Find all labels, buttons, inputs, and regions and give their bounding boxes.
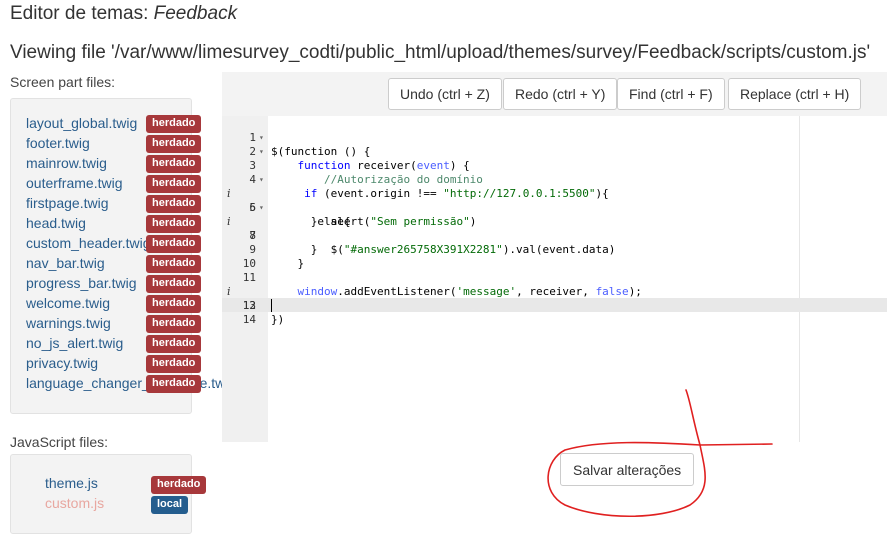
status-badge: herdado [146,135,202,153]
status-badge: herdado [146,315,202,333]
code-line[interactable]: 2 ▾ function receiver(event) { [222,131,887,172]
file-link[interactable]: mainrow.twig [26,155,107,171]
code-line[interactable]: 8 } [222,215,887,256]
code-line[interactable]: 14 [222,299,887,326]
status-badge: herdado [146,235,202,253]
file-link[interactable]: privacy.twig [26,355,98,371]
code-line[interactable]: i 7 $("#answer265758X391X2281").val(even… [222,201,887,256]
line-number: 14 [242,313,256,326]
code-line[interactable]: 4 ▾ if (event.origin !== "http://127.0.0.… [222,159,887,200]
code-editor[interactable]: 1 ▾ $(function () { 2 ▾ function receiver(… [222,116,887,442]
editor-toolbar: Undo (ctrl + Z) Redo (ctrl + Y) Find (ct… [222,72,887,116]
file-link[interactable]: no_js_alert.twig [26,335,123,351]
file-link[interactable]: outerframe.twig [26,175,122,191]
list-item[interactable]: mainrow.twig herdado [26,153,246,173]
status-badge: local [151,496,189,514]
list-item[interactable]: custom_header.twig herdado [26,233,246,253]
file-link[interactable]: language_changer_language.twig [26,375,236,391]
file-link-custom-js[interactable]: custom.js [45,495,104,511]
viewing-file-heading: Viewing file '/var/www/limesurvey_codti/… [10,42,871,63]
list-item[interactable]: progress_bar.twig herdado [26,273,246,293]
code-line[interactable]: 3 //Autorização do domínio [222,145,887,186]
code-line[interactable]: i 12 }) [222,271,887,326]
status-badge: herdado [146,295,202,313]
list-item[interactable]: warnings.twig herdado [26,313,246,333]
status-badge: herdado [146,155,202,173]
status-badge: herdado [146,175,202,193]
list-item[interactable]: nav_bar.twig herdado [26,253,246,273]
file-link[interactable]: custom_header.twig [26,235,151,251]
code-line[interactable]: 11 window.addEventListener('message', re… [222,257,887,298]
title-prefix: Editor de temas: [10,3,149,24]
screen-part-label: Screen part files: [10,74,116,90]
file-link[interactable]: firstpage.twig [26,195,108,211]
status-badge: herdado [151,476,207,494]
file-link[interactable]: welcome.twig [26,295,110,311]
status-badge: herdado [146,275,202,293]
list-item[interactable]: footer.twig herdado [26,133,246,153]
status-badge: herdado [146,355,202,373]
code-line[interactable]: 6 ▾ }else{ [222,187,887,228]
code-line[interactable]: 9 } [222,229,887,270]
screen-part-panel: layout_global.twig herdado footer.twig her… [10,98,236,414]
text-cursor [271,299,272,312]
file-link[interactable]: nav_bar.twig [26,255,105,271]
file-link[interactable]: layout_global.twig [26,115,137,131]
status-badge: herdado [146,215,202,233]
file-link-theme-js[interactable]: theme.js [45,475,98,491]
replace-button[interactable]: Replace (ctrl + H) [728,78,862,110]
status-badge: herdado [146,195,202,213]
file-link[interactable]: warnings.twig [26,315,111,331]
list-item[interactable]: head.twig herdado [26,213,246,233]
redo-button[interactable]: Redo (ctrl + Y) [503,78,618,110]
save-changes-button[interactable]: Salvar alterações [560,453,695,486]
find-button[interactable]: Find (ctrl + F) [617,78,725,110]
status-badge: herdado [146,335,202,353]
list-item[interactable]: privacy.twig herdado [26,353,246,373]
status-badge: herdado [146,255,202,273]
status-badge: herdado [146,375,202,393]
js-files-label: JavaScript files: [10,434,109,450]
js-files-panel: theme.js herdado custom.js local [10,454,207,534]
file-link[interactable]: head.twig [26,215,86,231]
list-item[interactable]: outerframe.twig herdado [26,173,246,193]
code-line[interactable]: i 5 alert("Sem permissão") [222,173,887,228]
page-title: Editor de temas: Feedback [10,3,237,25]
list-item[interactable]: layout_global.twig herdado [26,113,246,133]
list-item[interactable]: welcome.twig herdado [26,293,246,313]
file-link[interactable]: footer.twig [26,135,90,151]
undo-button[interactable]: Undo (ctrl + Z) [388,78,502,110]
file-link[interactable]: progress_bar.twig [26,275,137,291]
code-line[interactable]: 10 [222,243,887,270]
code-line[interactable]: 13 [222,285,887,312]
list-item[interactable]: language_changer_language.twig herdado [26,373,246,393]
list-item[interactable]: no_js_alert.twig herdado [26,333,246,353]
theme-name: Feedback [153,3,238,24]
list-item[interactable]: firstpage.twig herdado [26,193,246,213]
code-line[interactable]: 1 ▾ $(function () { [222,117,887,158]
status-badge: herdado [146,115,202,133]
